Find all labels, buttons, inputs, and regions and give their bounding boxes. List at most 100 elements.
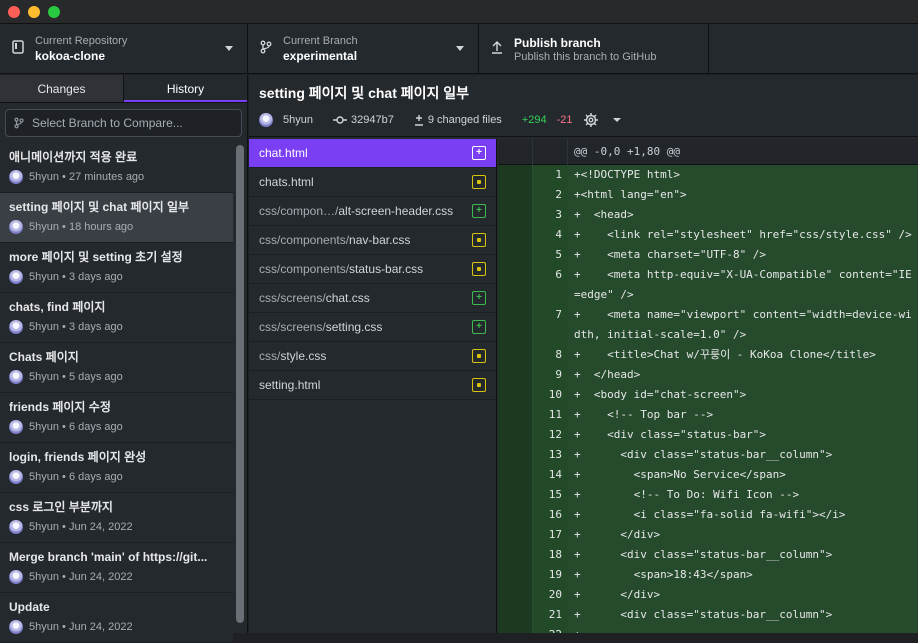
changed-file-item[interactable]: css/screens/chat.css + [249,284,496,313]
file-directory: css/components/ [259,233,350,247]
avatar [9,370,23,384]
commit-title: Merge branch 'main' of https://git... [9,550,208,564]
old-line-gutter [498,585,533,605]
diff-line-code: + <meta http-equiv="X-UA-Compatible" con… [568,265,918,305]
chevron-down-icon [456,46,464,51]
line-number: 22 [533,625,568,633]
commit-list-scrollbar[interactable] [236,145,244,623]
changed-file-item[interactable]: css/components/status-bar.css [249,255,496,284]
line-number: 19 [533,565,568,585]
old-line-gutter [498,405,533,425]
old-line-gutter [498,245,533,265]
changed-file-item[interactable]: chat.html + [249,139,496,168]
hunk-header-text: @@ -0,0 +1,80 @@ [574,145,680,158]
old-line-gutter [498,365,533,385]
diff-line: 6 + <meta http-equiv="X-UA-Compatible" co… [498,265,918,305]
sidebar: Changes History Select Branch to Compare… [0,75,248,643]
commit-item[interactable]: 애니메이션까지 적용 완료 5hyun • 27 minutes ago [0,143,233,193]
commit-author: 5hyun [29,471,59,483]
commit-title: Update [9,600,50,614]
publish-branch-subtitle: Publish this branch to GitHub [514,51,657,63]
publish-branch-button[interactable]: Publish branch Publish this branch to Gi… [479,24,709,74]
commit-title: friends 페이지 수정 [9,400,111,414]
close-window-button[interactable] [8,6,20,18]
changed-file-item[interactable]: setting.html [249,371,496,400]
commit-item[interactable]: login, friends 페이지 완성 5hyun • 6 days ago [0,443,233,493]
diff-line: 10 + <body id="chat-screen"> [498,385,918,405]
commit-item[interactable]: friends 페이지 수정 5hyun • 6 days ago [0,393,233,443]
branch-label: Current Branch [283,35,358,47]
commit-icon [332,115,347,125]
changed-file-item[interactable]: chats.html [249,168,496,197]
commit-title: login, friends 페이지 완성 [9,450,147,464]
line-number: 12 [533,425,568,445]
commit-headline: setting 페이지 및 chat 페이지 일부 [259,85,470,101]
file-added-icon: + [472,204,486,218]
diff-line: 22+ [498,625,918,633]
line-number: 9 [533,365,568,385]
old-line-gutter [498,605,533,625]
changed-file-item[interactable]: css/compon…/alt-screen-header.css + [249,197,496,226]
file-modified-icon [472,349,486,363]
file-modified-icon [472,262,486,276]
commit-detail: setting 페이지 및 chat 페이지 일부 5hyun 32947b7 … [249,75,918,633]
commit-item[interactable]: more 페이지 및 setting 초기 설정 5hyun • 3 days a… [0,243,233,293]
file-directory: css/screens/ [259,291,326,305]
commit-summary: 5hyun 32947b7 9 changed files +294 -21 [259,110,918,130]
diff-line-code: + <link rel="stylesheet" href="css/style… [568,225,918,245]
file-added-icon: + [472,320,486,334]
current-branch-button[interactable]: Current Branch experimental [248,24,479,74]
upload-icon [489,40,505,56]
commit-author: 5hyun [283,114,313,126]
commit-item[interactable]: Chats 페이지 5hyun • 5 days ago [0,343,233,393]
commit-sha[interactable]: 32947b7 [351,114,394,126]
commit-item-selected[interactable]: setting 페이지 및 chat 페이지 일부 5hyun • 18 hour… [0,193,233,243]
commit-time: Jun 24, 2022 [68,571,133,583]
changed-file-item[interactable]: css/screens/setting.css + [249,313,496,342]
commit-time: 6 days ago [68,471,123,483]
file-name: chats.html [259,175,314,189]
changed-files-list: chat.html + chats.html css/compon…/alt-scre… [249,139,497,633]
diff-line: 15 + <!-- To Do: Wifi Icon --> [498,485,918,505]
line-number: 3 [533,205,568,225]
old-line-gutter [498,385,533,405]
file-name: setting.css [325,320,383,334]
commit-item[interactable]: css 로그인 부분까지 5hyun • Jun 24, 2022 [0,493,233,543]
commit-item[interactable]: chats, find 페이지 5hyun • 3 days ago [0,293,233,343]
line-number: 4 [533,225,568,245]
changed-file-item[interactable]: css/components/nav-bar.css [249,226,496,255]
diff-line: 18 + <div class="status-bar__column"> [498,545,918,565]
line-number: 17 [533,525,568,545]
diff-line-code: + <title>Chat w/꾸룽이 - KoKoa Clone</title… [568,345,918,365]
minimize-window-button[interactable] [28,6,40,18]
changed-file-item[interactable]: css/style.css [249,342,496,371]
line-number: 2 [533,185,568,205]
chevron-down-icon [612,118,621,122]
line-number: 18 [533,545,568,565]
tab-history[interactable]: History [124,75,247,102]
file-name: alt-screen-header.css [338,204,454,218]
avatar [9,170,23,184]
chevron-down-icon [225,46,233,51]
avatar [9,470,23,484]
diff-line-code: + <head> [568,205,918,225]
old-line-gutter [498,185,533,205]
commit-author: 5hyun [29,521,59,533]
diff-line-code: + <meta charset="UTF-8" /> [568,245,918,265]
diff-icon [414,114,424,126]
hunk-header: @@ -0,0 +1,80 @@ [498,139,918,165]
commit-item[interactable]: Update 5hyun • Jun 24, 2022 [0,593,233,643]
diff-line-code: + [568,625,918,633]
line-number: 6 [533,265,568,305]
diff-line: 5 + <meta charset="UTF-8" /> [498,245,918,265]
diff-line-code: + </div> [568,585,918,605]
compare-branch-input[interactable]: Select Branch to Compare... [5,109,242,137]
zoom-window-button[interactable] [48,6,60,18]
line-number: 5 [533,245,568,265]
avatar [9,620,23,634]
current-repository-button[interactable]: Current Repository kokoa-clone [0,24,248,74]
diff-options-button[interactable] [583,112,631,128]
line-number: 8 [533,345,568,365]
tab-changes[interactable]: Changes [0,75,124,102]
commit-item[interactable]: Merge branch 'main' of https://git... 5hy… [0,543,233,593]
